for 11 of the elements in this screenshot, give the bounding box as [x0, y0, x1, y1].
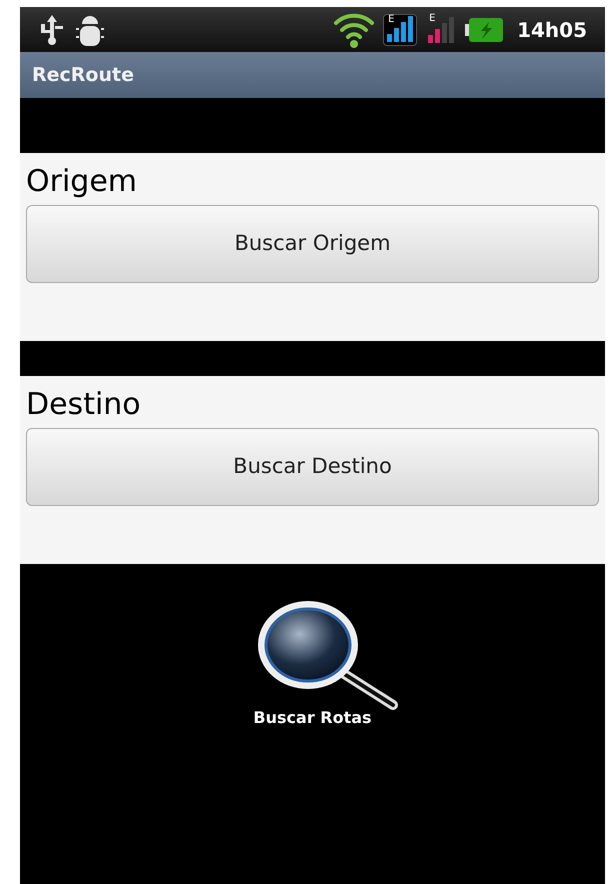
search-button[interactable]: Buscar Origem: [26, 205, 599, 283]
network-type-label: E: [429, 14, 436, 24]
section-label: Destino: [26, 386, 142, 424]
battery-icon: [465, 16, 506, 44]
usb-icon: [38, 14, 66, 46]
search-routes-button[interactable]: Buscar Rotas: [218, 600, 408, 730]
network-type-label: E: [388, 14, 394, 24]
search-button[interactable]: Buscar Destino: [26, 428, 599, 506]
app-title: RecRoute: [32, 62, 134, 88]
clock-time: 14h05: [517, 16, 587, 44]
section-label: Origem: [26, 163, 138, 201]
